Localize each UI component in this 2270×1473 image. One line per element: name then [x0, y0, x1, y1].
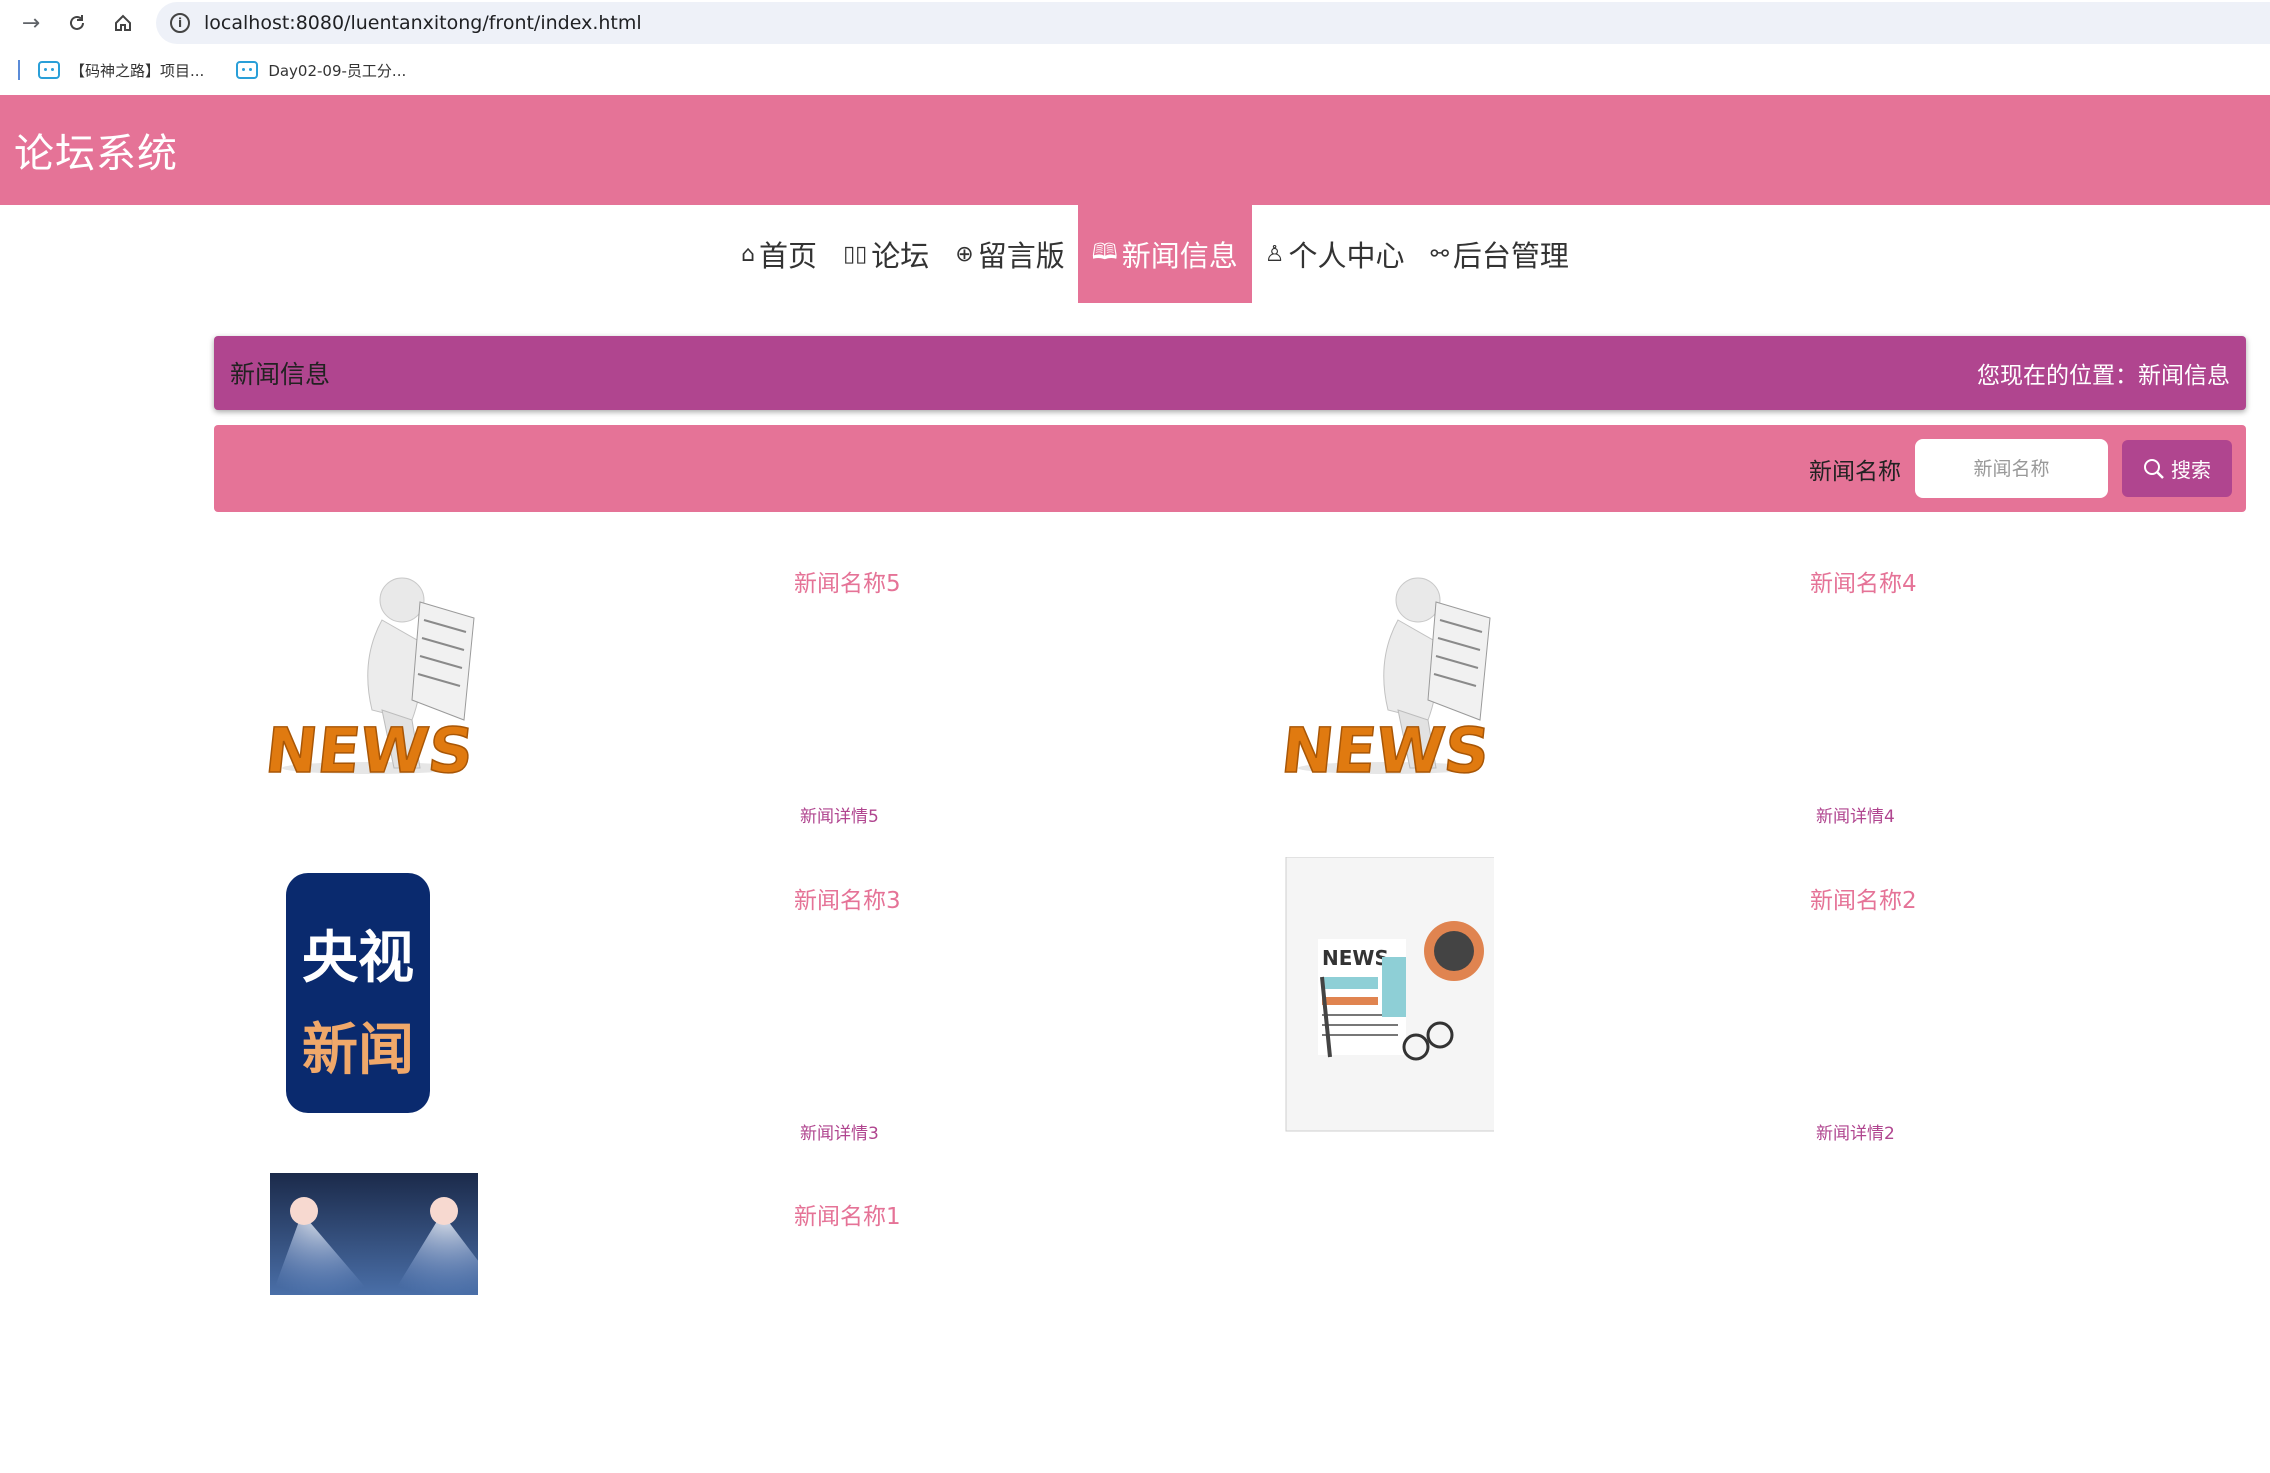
svg-text:NEWS: NEWS [1278, 714, 1493, 787]
nav-item-admin[interactable]: ⚯ 后台管理 [1417, 205, 1581, 303]
nav-item-news[interactable]: 🕮 新闻信息 [1077, 205, 1252, 303]
news-card[interactable]: 新闻名称1 [214, 1173, 1214, 1473]
nav-item-home[interactable]: ⌂ 首页 [728, 205, 830, 303]
newspaper-icon[interactable]: NEWS [1258, 857, 1494, 1137]
svg-text:央视: 央视 [302, 926, 414, 991]
reload-icon[interactable] [62, 8, 92, 38]
site-title: 论坛系统 [14, 131, 178, 177]
search-button-label: 搜索 [2171, 458, 2211, 482]
news-man-icon[interactable]: NEWS [1258, 540, 1494, 820]
nav-label: 个人中心 [1288, 239, 1405, 273]
info-icon[interactable]: i [170, 13, 190, 33]
news-man-icon[interactable]: NEWS [242, 540, 478, 820]
nav-item-profile[interactable]: ♙ 个人中心 [1252, 205, 1418, 303]
svg-text:NEWS: NEWS [262, 714, 477, 787]
search-icon [2144, 458, 2164, 479]
home-icon: ⌂ [741, 241, 756, 267]
user-icon: ♙ [1264, 241, 1285, 267]
site-header: 论坛系统 [0, 95, 2270, 205]
search-bar: 新闻名称 搜索 [214, 425, 2246, 512]
breadcrumb: 新闻信息 您现在的位置：新闻信息 [214, 336, 2246, 410]
nav-label: 新闻信息 [1121, 239, 1238, 273]
nav-item-messages[interactable]: ⊕ 留言版 [942, 205, 1077, 303]
home-browser-icon[interactable] [108, 8, 138, 38]
bilibili-icon [236, 61, 259, 79]
news-card[interactable]: NEWS 新闻名称5 新闻详情5 [214, 540, 1214, 840]
current-location: 您现在的位置：新闻信息 [1977, 363, 2230, 389]
bookmark-separator [18, 60, 20, 80]
bookmark-label: 【码神之路】项目... [70, 61, 205, 80]
search-button[interactable]: 搜索 [2122, 440, 2232, 497]
link-icon: ⚯ [1430, 241, 1449, 267]
news-name[interactable]: 新闻名称2 [1810, 881, 2270, 915]
forward-icon[interactable]: → [16, 8, 46, 38]
news-card[interactable]: NEWS 新闻名称4 新闻详情4 [1230, 540, 2230, 840]
news-card[interactable]: NEWS 新闻名称2 新闻详情2 [1230, 857, 2230, 1157]
news-detail[interactable]: 新闻详情2 [1816, 1119, 1895, 1144]
search-label: 新闻名称 [1809, 458, 1901, 485]
svg-text:NEWS: NEWS [1322, 946, 1389, 970]
url-text: localhost:8080/luentanxitong/front/index… [204, 12, 642, 34]
browser-address-bar: → i localhost:8080/luentanxitong/front/i… [0, 0, 2270, 46]
news-detail[interactable]: 新闻详情4 [1816, 802, 1895, 827]
main-nav: ⌂ 首页 ▯▯ 论坛 ⊕ 留言版 🕮 新闻信息 ♙ 个人中心 ⚯ 后台管理 [0, 205, 2270, 303]
news-name[interactable]: 新闻名称1 [794, 1197, 1324, 1231]
bilibili-icon [38, 61, 60, 79]
news-card[interactable]: 央视 新闻 新闻名称3 新闻详情3 [214, 857, 1214, 1157]
nav-label: 后台管理 [1452, 239, 1569, 273]
nav-label: 留言版 [977, 239, 1065, 273]
news-detail[interactable]: 新闻详情5 [800, 802, 879, 827]
stage-lights-image[interactable] [242, 1173, 478, 1453]
book-icon: 🕮 [1091, 240, 1118, 265]
cctv-news-logo[interactable]: 央视 新闻 [242, 857, 478, 1137]
svg-text:新闻: 新闻 [302, 1018, 414, 1083]
columns-icon: ▯▯ [843, 241, 868, 267]
nav-label: 首页 [759, 239, 818, 273]
news-detail[interactable]: 新闻详情3 [800, 1119, 879, 1144]
url-field[interactable]: i localhost:8080/luentanxitong/front/ind… [156, 2, 2270, 44]
nav-label: 论坛 [871, 239, 930, 273]
bookmark-item-2[interactable]: Day02-09-员工分... [236, 60, 406, 81]
news-name[interactable]: 新闻名称4 [1810, 564, 2270, 598]
search-input[interactable] [1915, 439, 2108, 498]
bookmarks-bar: 【码神之路】项目... Day02-09-员工分... [0, 46, 2270, 94]
bookmark-item-1[interactable]: 【码神之路】项目... [38, 60, 204, 81]
page-title: 新闻信息 [230, 360, 331, 389]
bookmark-label: Day02-09-员工分... [268, 61, 407, 80]
nav-item-forum[interactable]: ▯▯ 论坛 [830, 205, 942, 303]
globe-icon: ⊕ [955, 241, 974, 267]
